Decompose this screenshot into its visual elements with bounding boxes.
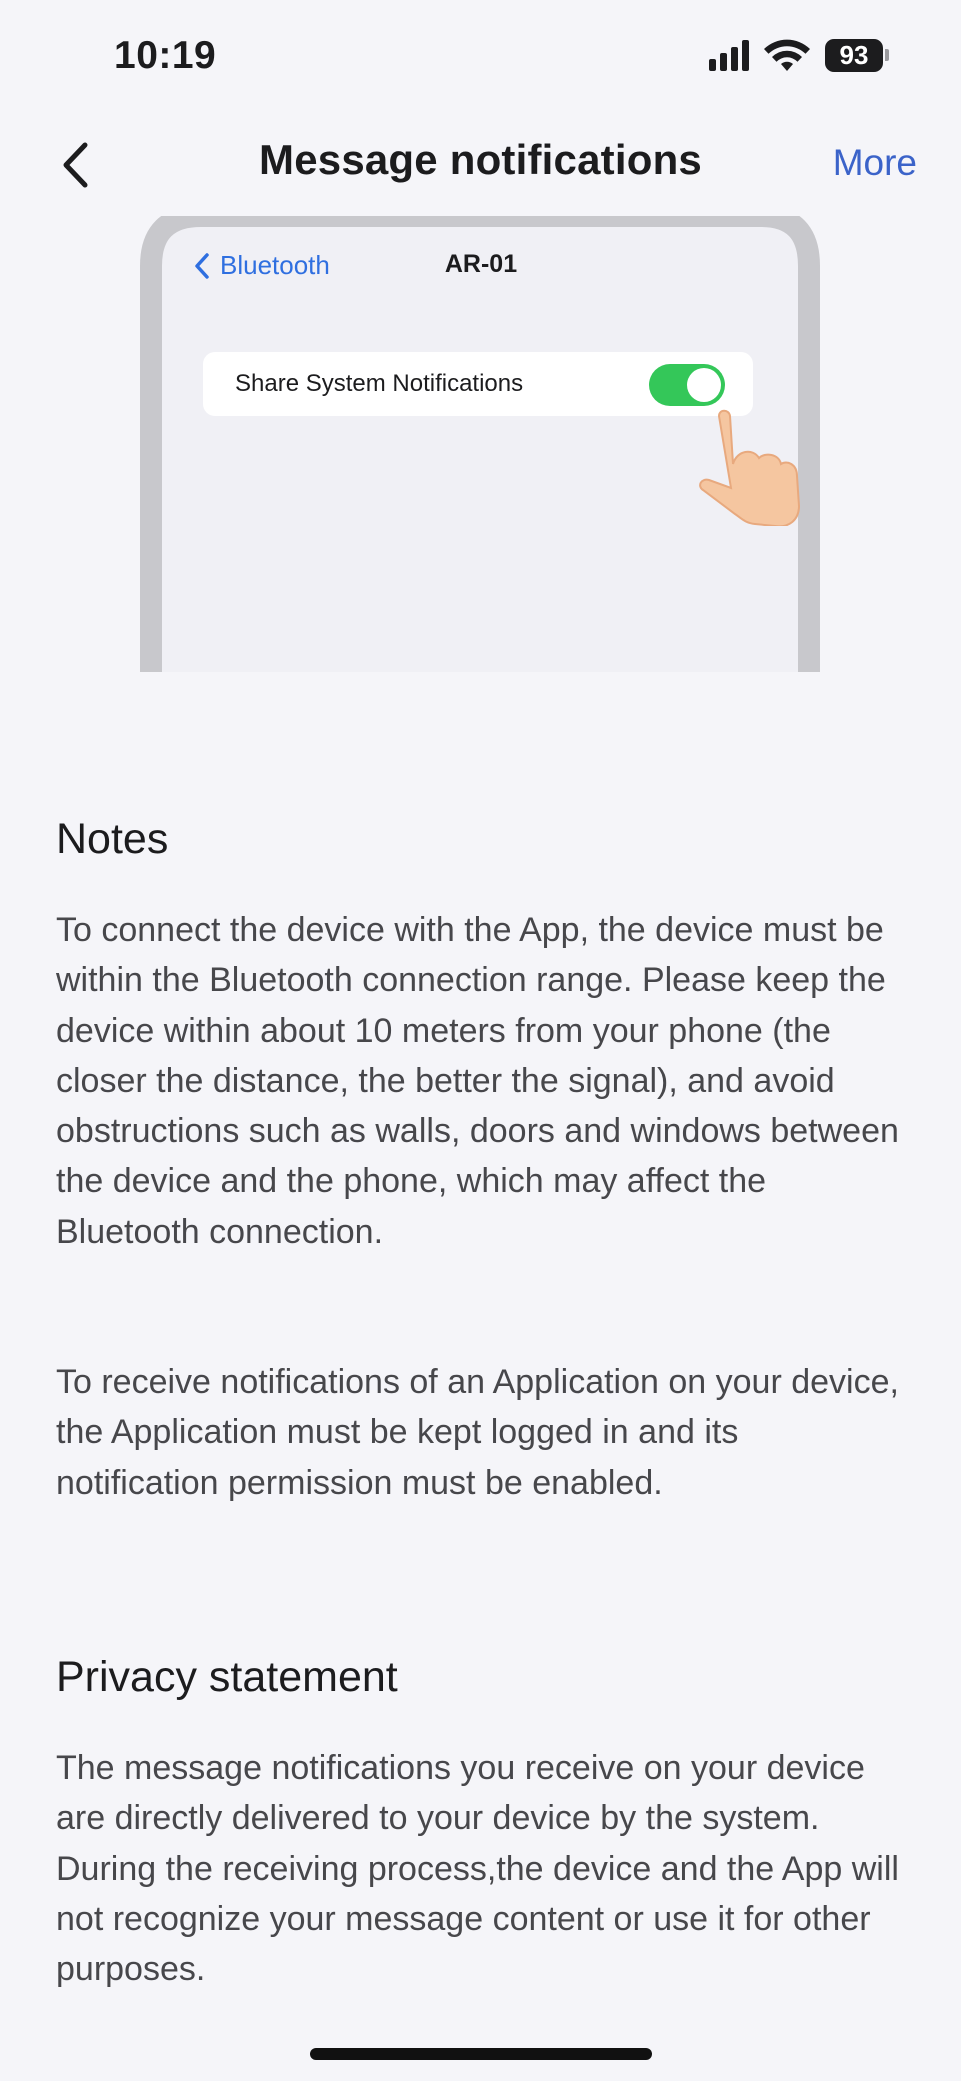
notes-paragraph-2: To receive notifications of an Applicati… [56, 1363, 899, 1502]
notes-paragraph-1: To connect the device with the App, the … [56, 911, 899, 1251]
mock-device-title: AR-01 [444, 250, 518, 278]
page-title: Message notifications [259, 136, 702, 183]
home-indicator [310, 2048, 652, 2060]
more-button[interactable]: More [833, 142, 917, 184]
setup-illustration: Bluetooth AR-01 Share System Notificatio… [52, 216, 910, 672]
status-bar: 10:19 93 [0, 0, 961, 110]
navigation-bar: Message notifications More [0, 110, 961, 220]
battery-level: 93 [825, 38, 883, 72]
battery-icon: 93 [825, 38, 889, 72]
status-time: 10:19 [114, 34, 217, 77]
mock-setting-label: Share System Notifications [235, 370, 524, 397]
privacy-heading: Privacy statement [56, 1653, 398, 1701]
message-notifications-screen: 10:19 93 Message notifications More Blue… [0, 0, 961, 2081]
wifi-icon [764, 39, 810, 71]
signal-icon [709, 39, 749, 71]
privacy-paragraph: The message notifications you receive on… [56, 1749, 899, 1989]
notes-heading: Notes [56, 815, 169, 863]
hand-pointer-icon [699, 409, 801, 526]
status-icons: 93 [709, 38, 889, 72]
mock-toggle [649, 364, 725, 406]
